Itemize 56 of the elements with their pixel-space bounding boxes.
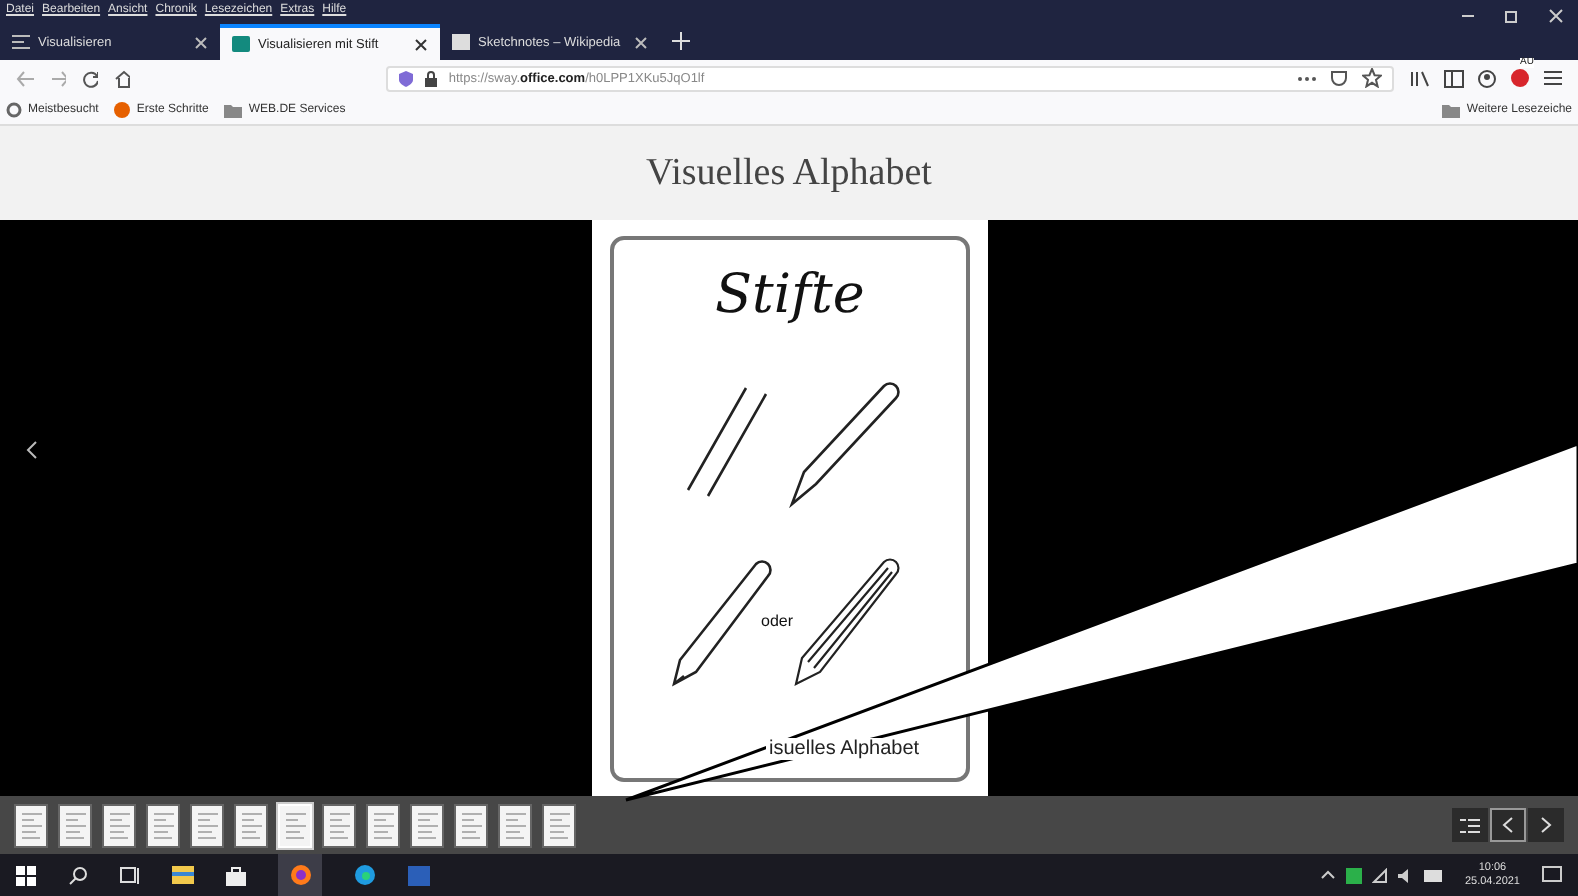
sidebar-icon[interactable] <box>1444 69 1464 87</box>
task-view-icon[interactable] <box>120 865 140 885</box>
browser-icon[interactable] <box>289 864 311 886</box>
lock-icon <box>424 69 439 87</box>
slide-thumbnail[interactable] <box>234 803 268 847</box>
outline-button[interactable] <box>1452 808 1488 842</box>
account-icon[interactable] <box>1478 69 1496 87</box>
slide-thumbnail[interactable] <box>454 803 488 847</box>
close-icon[interactable] <box>194 35 208 49</box>
gear-icon <box>6 102 22 118</box>
shopping-bag-icon[interactable] <box>226 865 246 885</box>
menu-icon[interactable] <box>1544 70 1562 86</box>
page-title: Visuelles Alphabet <box>646 151 932 195</box>
extension-icon[interactable] <box>1510 68 1530 88</box>
search-icon[interactable] <box>68 865 88 885</box>
browser-icon[interactable] <box>354 864 376 886</box>
folder-icon <box>224 103 243 117</box>
page-icon <box>232 36 250 52</box>
reload-icon[interactable] <box>82 69 98 87</box>
slide-heading: Stifte <box>715 264 865 326</box>
windows-icon[interactable] <box>16 865 36 885</box>
slide-thumbnail[interactable] <box>542 803 576 847</box>
slide-thumbnail[interactable] <box>498 803 532 847</box>
slide-thumbnail[interactable] <box>322 803 356 847</box>
slide-thumbnail[interactable] <box>58 803 92 847</box>
slide-thumbnail[interactable] <box>366 803 400 847</box>
caret-up-icon[interactable] <box>1320 870 1337 880</box>
notification-icon[interactable] <box>1542 866 1562 884</box>
home-icon[interactable] <box>113 69 131 87</box>
folder-icon <box>1442 103 1461 117</box>
network-icon[interactable] <box>1372 867 1389 883</box>
slide-thumbnail[interactable] <box>146 803 180 847</box>
battery-icon[interactable] <box>1424 869 1443 881</box>
slide-thumbnail[interactable] <box>102 803 136 847</box>
pocket-icon[interactable] <box>1329 69 1348 87</box>
slide-thumbnail[interactable] <box>190 803 224 847</box>
page-icon <box>452 34 470 50</box>
slide-thumbnail[interactable] <box>14 803 48 847</box>
plus-icon[interactable] <box>672 32 690 50</box>
chevron-left-icon <box>1502 816 1514 834</box>
slide-thumbnail[interactable] <box>410 803 444 847</box>
close-icon[interactable] <box>634 35 648 49</box>
star-icon[interactable] <box>1361 68 1382 88</box>
globe-icon <box>114 102 131 118</box>
slide-footer: isuelles Alphabet <box>765 738 924 760</box>
list-icon <box>12 34 30 50</box>
more-icon[interactable] <box>1297 75 1316 81</box>
library-icon[interactable] <box>1410 69 1430 87</box>
list-icon <box>1460 817 1480 833</box>
close-icon[interactable] <box>414 37 428 51</box>
previous-button[interactable] <box>1490 808 1526 842</box>
restore-icon[interactable] <box>1504 8 1520 24</box>
chevron-left-icon[interactable] <box>26 440 38 460</box>
chevron-right-icon <box>1540 816 1552 834</box>
next-button[interactable] <box>1528 808 1564 842</box>
slide-text: oder <box>761 612 794 630</box>
